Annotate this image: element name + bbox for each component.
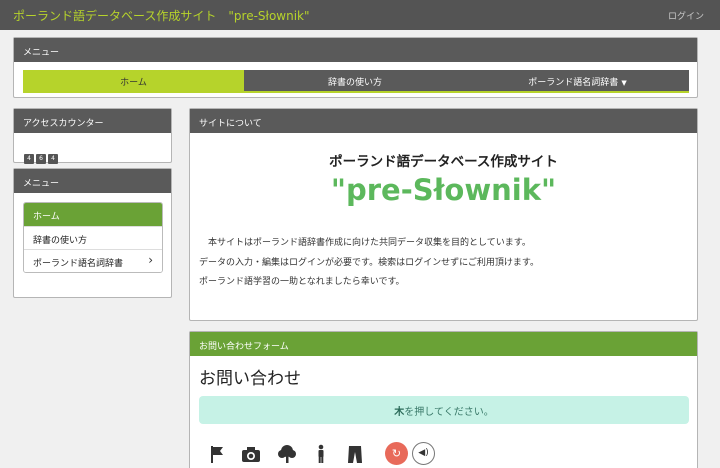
side-menu-list: ホーム 辞書の使い方 ポーランド語名詞辞書 › [23, 202, 163, 273]
site-title[interactable]: ポーランド語データベース作成サイト "pre-Słownik" [13, 7, 310, 24]
tree-icon[interactable] [277, 444, 297, 464]
side-menu-item-label: ポーランド語名詞辞書 [33, 259, 124, 269]
top-navbar: ポーランド語データベース作成サイト "pre-Słownik" ログイン [0, 0, 720, 30]
login-link[interactable]: ログイン [668, 9, 704, 22]
about-line-3: ポーランド語学習の一助となれましたら幸いです。 [199, 277, 405, 287]
reload-icon[interactable]: ↻ [385, 442, 408, 465]
contact-title: お問い合わせ [199, 369, 301, 389]
contact-panel: お問い合わせフォーム お問い合わせ 木を押してください。 ↻ ◀) [189, 331, 698, 468]
side-menu-item-home[interactable]: ホーム [24, 203, 162, 226]
person-icon[interactable] [311, 444, 331, 464]
tab-home-label: ホーム [120, 78, 147, 88]
tab-how-to-use-label: 辞書の使い方 [327, 78, 382, 88]
about-panel-title: サイトについて [190, 109, 697, 133]
tab-how-to-use[interactable]: 辞書の使い方 [244, 70, 466, 91]
tab-noun-dictionary-label: ポーランド語名詞辞書 [528, 78, 619, 88]
nav-tabs: ホーム 辞書の使い方 ポーランド語名詞辞書 ▼ [23, 70, 689, 93]
camera-icon[interactable] [241, 444, 261, 464]
side-menu-item-noun-dictionary[interactable]: ポーランド語名詞辞書 › [24, 249, 162, 272]
about-panel: サイトについて ポーランド語データベース作成サイト "pre-Słownik" … [189, 108, 698, 321]
about-heading: ポーランド語データベース作成サイト [329, 154, 558, 170]
menu-panel: メニュー ホーム 辞書の使い方 ポーランド語名詞辞書 ▼ [13, 37, 698, 98]
access-counter-panel: アクセスカウンター 464 [13, 108, 172, 164]
captcha-keyword: 木 [394, 407, 405, 418]
captcha-hint: 木を押してください。 [199, 396, 689, 424]
pants-icon[interactable] [345, 444, 365, 464]
menu-panel-title: メニュー [14, 38, 697, 62]
caret-down-icon: ▼ [621, 79, 627, 87]
flag-icon[interactable] [207, 444, 227, 464]
side-menu-item-how-to-use[interactable]: 辞書の使い方 [24, 226, 162, 249]
counter-digit: 4 [48, 154, 58, 164]
access-counter-title: アクセスカウンター [14, 109, 171, 133]
side-menu-title: メニュー [14, 169, 171, 193]
side-menu-item-label: 辞書の使い方 [33, 236, 88, 246]
tab-noun-dictionary[interactable]: ポーランド語名詞辞書 ▼ [466, 70, 689, 91]
counter-digit: 6 [36, 154, 46, 164]
chevron-right-icon: › [148, 253, 153, 267]
counter-digits: 464 [24, 145, 60, 164]
site-name-title: "pre-Słownik" [330, 173, 557, 207]
captcha-hint-text: を押してください。 [404, 407, 494, 418]
tab-home[interactable]: ホーム [23, 70, 244, 91]
about-line-1: 本サイトはポーランド語辞書作成に向けた共同データ収集を目的としています。 [199, 238, 531, 248]
about-line-2: データの入力・編集はログインが必要です。検索はログインせずにご利用頂けます。 [199, 258, 540, 268]
speaker-icon[interactable]: ◀) [412, 442, 435, 465]
side-menu-panel: メニュー ホーム 辞書の使い方 ポーランド語名詞辞書 › [13, 168, 172, 298]
side-menu-item-label: ホーム [33, 212, 60, 222]
contact-panel-title: お問い合わせフォーム [190, 332, 697, 356]
counter-digit: 4 [24, 154, 34, 164]
